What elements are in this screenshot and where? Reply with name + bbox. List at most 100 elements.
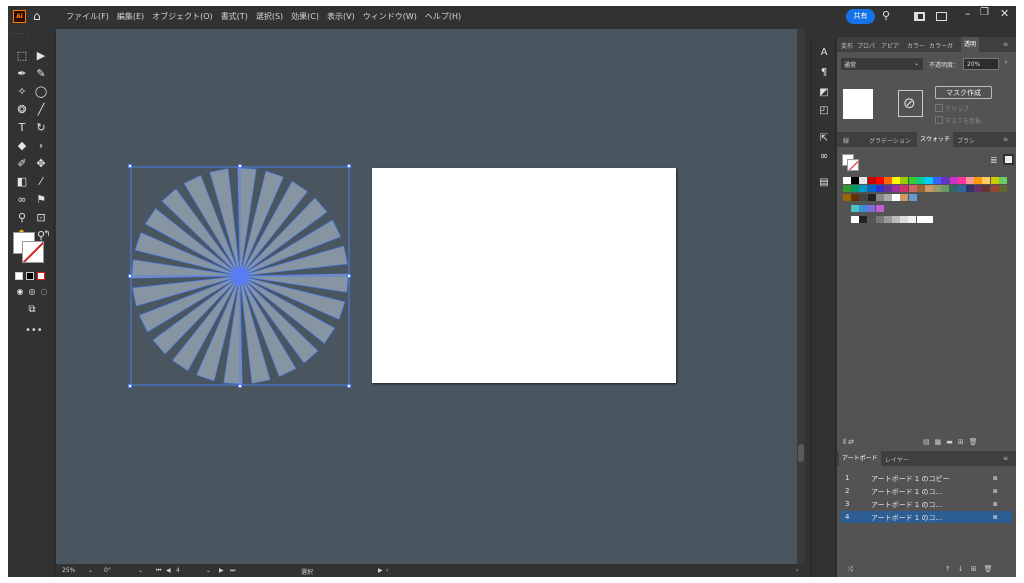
artboard-options-icon[interactable]: ⧈ [993, 474, 997, 483]
pen-tool-icon[interactable]: ✒ [15, 67, 29, 81]
rotation-value[interactable]: 0° [104, 567, 111, 574]
color-swatch[interactable] [884, 185, 892, 192]
color-swatch[interactable] [843, 185, 851, 192]
color-swatch[interactable] [925, 185, 933, 192]
curvature-tool-icon[interactable]: ✎ [34, 67, 48, 81]
invert-mask-checkbox[interactable] [935, 116, 943, 124]
artboard-footer-icons[interactable]: ↑↓⊞🗑 [945, 565, 999, 573]
tab-color-guide[interactable]: カラーガ [929, 41, 953, 50]
color-swatch[interactable] [982, 185, 991, 192]
menu-view[interactable]: 表示(V) [327, 11, 355, 22]
tab-properties[interactable]: プロパ [857, 41, 875, 50]
align-panel-icon[interactable]: ▤ [818, 177, 830, 189]
color-swatch[interactable] [884, 194, 892, 201]
color-swatch[interactable] [908, 177, 917, 184]
paintbrush-tool-icon[interactable]: ╱ [34, 103, 48, 117]
tab-gradient[interactable]: グラデーション [869, 136, 911, 145]
resize-handle[interactable] [128, 384, 132, 388]
character-panel-icon[interactable]: A [818, 47, 830, 59]
color-swatch[interactable] [875, 194, 884, 201]
artboard-row[interactable]: 1 アートボード 1 のコピー ⧈ [841, 472, 1012, 484]
color-swatch[interactable] [859, 177, 868, 184]
home-icon[interactable]: ⌂ [33, 9, 47, 23]
panel-menu-icon[interactable]: ≡ [1003, 455, 1008, 462]
artboard-tool-icon[interactable]: ⊡ [34, 211, 48, 225]
color-swatch[interactable] [916, 177, 925, 184]
selection-tool-icon[interactable]: ⬚ [15, 49, 29, 63]
workspace-switcher-icon[interactable] [936, 12, 947, 21]
color-swatch[interactable] [900, 177, 909, 184]
sunburst-artwork[interactable] [130, 166, 350, 386]
color-swatch[interactable] [957, 177, 966, 184]
direct-selection-tool-icon[interactable]: ▶ [34, 49, 48, 63]
eyedropper-tool-icon[interactable]: ⁄ [34, 175, 48, 189]
color-swatch[interactable] [924, 216, 933, 223]
shaper-tool-icon[interactable]: ✐ [15, 157, 29, 171]
color-swatch[interactable] [966, 177, 974, 184]
more-tools-icon[interactable]: ••• [25, 325, 43, 336]
color-swatch[interactable] [867, 216, 876, 223]
none-mode-icon[interactable] [37, 272, 45, 280]
list-view-icon[interactable]: ≣ [990, 156, 998, 166]
swatch-footer-icons[interactable]: ▤▦▬⊞🗑 [923, 438, 983, 446]
artboard-row-selected[interactable]: 4 アートボード 1 のコ... ⧈ [841, 511, 1012, 523]
chevron-down-icon[interactable]: ⌄ [138, 567, 143, 574]
close-icon[interactable]: ✕ [1000, 7, 1009, 20]
artboard-options-icon[interactable]: ⧈ [993, 513, 997, 522]
menu-file[interactable]: ファイル(F) [66, 11, 109, 22]
resize-handle[interactable] [238, 164, 242, 168]
color-swatch[interactable] [851, 216, 859, 223]
swap-fill-stroke-icon[interactable]: ↰ [40, 227, 54, 241]
menu-help[interactable]: ヘルプ(H) [425, 11, 461, 22]
color-swatch[interactable] [859, 205, 868, 212]
resize-handle[interactable] [128, 164, 132, 168]
color-swatch[interactable] [884, 177, 892, 184]
color-swatch[interactable] [883, 216, 892, 223]
zoom-level[interactable]: 25% [62, 567, 75, 574]
tab-stroke[interactable]: 線 [843, 136, 849, 145]
paragraph-panel-icon[interactable]: ¶ [818, 67, 830, 79]
color-swatch[interactable] [941, 185, 950, 192]
tab-layers[interactable]: レイヤー [885, 455, 909, 464]
color-swatch[interactable] [933, 177, 942, 184]
export-panel-icon[interactable]: ⇱ [818, 133, 830, 145]
color-swatch[interactable] [867, 177, 876, 184]
rearrange-artboards-icon[interactable]: ⤨ [847, 565, 853, 574]
swatch-stroke-indicator[interactable] [847, 159, 859, 171]
restore-icon[interactable]: ❐ [980, 7, 989, 18]
color-swatch[interactable] [941, 177, 950, 184]
color-swatch[interactable] [875, 216, 884, 223]
color-swatch[interactable] [908, 216, 917, 223]
color-swatch[interactable] [892, 185, 901, 192]
color-swatch[interactable] [998, 177, 1007, 184]
color-swatch[interactable] [990, 185, 999, 192]
tab-transparency[interactable]: 透明 [961, 37, 980, 52]
color-swatch[interactable] [982, 177, 991, 184]
tab-appearance[interactable]: アピア [881, 41, 899, 50]
search-icon[interactable]: ⚲ [882, 9, 890, 22]
color-swatch[interactable] [916, 185, 925, 192]
transform-panel-icon[interactable]: ◰ [818, 105, 830, 117]
resize-handle[interactable] [347, 274, 351, 278]
chevron-down-icon[interactable]: ⌄ [206, 567, 211, 574]
color-swatch[interactable] [908, 185, 917, 192]
color-swatch[interactable] [900, 194, 909, 201]
menu-type[interactable]: 書式(T) [221, 11, 248, 22]
color-swatch[interactable] [892, 194, 901, 201]
color-swatch[interactable] [974, 177, 983, 184]
artboard[interactable] [372, 168, 676, 383]
rotate-tool-icon[interactable]: ↻ [34, 121, 48, 135]
menu-edit[interactable]: 編集(E) [117, 11, 144, 22]
gradient-tool-icon[interactable]: ◧ [15, 175, 29, 189]
arrange-documents-icon[interactable] [914, 12, 925, 21]
color-swatch[interactable] [851, 205, 859, 212]
clip-checkbox[interactable] [935, 104, 943, 112]
blend-tool-icon[interactable]: ∞ [15, 193, 29, 207]
resize-handle[interactable] [128, 274, 132, 278]
tab-artboards[interactable]: アートボード [839, 451, 881, 466]
pin-tool-icon[interactable]: ⚲ [15, 211, 29, 225]
color-swatch[interactable] [949, 185, 958, 192]
artboard-options-icon[interactable]: ⧈ [993, 500, 997, 509]
ellipse-tool-icon[interactable]: ◯ [34, 85, 48, 99]
opacity-input[interactable]: 20% [963, 58, 999, 70]
